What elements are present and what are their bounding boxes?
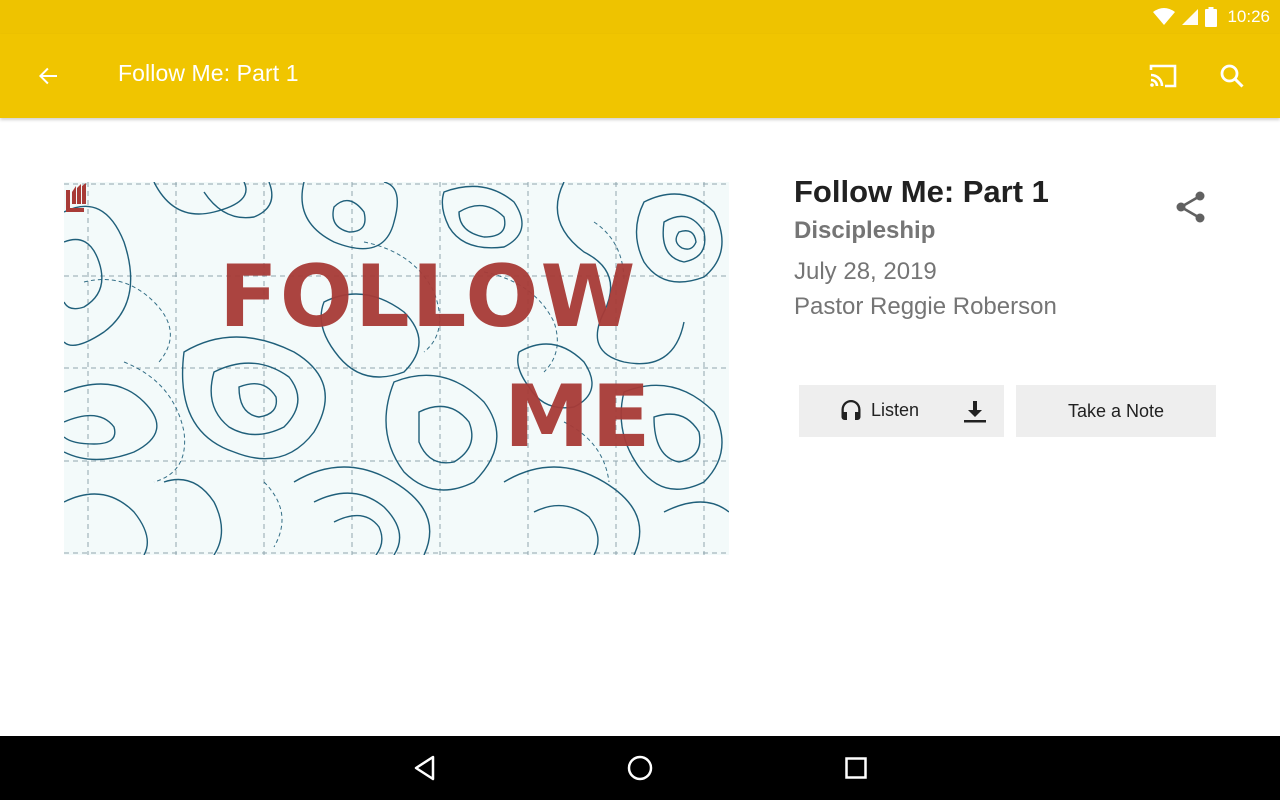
share-icon [1176, 191, 1205, 223]
cast-button[interactable] [1144, 57, 1182, 95]
headphones-icon [841, 400, 861, 420]
sermon-series[interactable]: Discipleship [794, 217, 935, 245]
nav-back-icon [414, 755, 435, 781]
nav-recents-icon [845, 757, 867, 779]
status-icons: 10:26 [1153, 5, 1270, 29]
search-button[interactable] [1213, 57, 1251, 95]
share-button[interactable] [1170, 186, 1212, 228]
system-nav-bar [0, 736, 1280, 800]
page-title: Follow Me: Part 1 [118, 60, 299, 86]
sermon-artwork: FOLLOW ME [64, 182, 729, 555]
artwork-text-me: ME [504, 367, 653, 467]
download-icon[interactable] [962, 399, 988, 425]
status-bar: 10:26 [0, 0, 1280, 34]
sermon-date: July 28, 2019 [794, 258, 937, 285]
listen-content: Listen [839, 398, 919, 422]
battery-icon [1205, 7, 1218, 27]
take-note-button[interactable]: Take a Note [1016, 385, 1216, 437]
wifi-icon [1153, 8, 1176, 25]
status-time: 10:26 [1227, 7, 1270, 26]
sermon-title: Follow Me: Part 1 [794, 174, 1049, 209]
nav-home-button[interactable] [620, 748, 660, 788]
app-bar: Follow Me: Part 1 [0, 34, 1280, 118]
listen-button[interactable]: Listen [799, 385, 1004, 437]
nav-home-icon [627, 755, 653, 781]
signal-icon [1182, 9, 1199, 25]
search-icon [1220, 64, 1244, 88]
nav-recents-button[interactable] [836, 748, 876, 788]
sermon-speaker: Pastor Reggie Roberson [794, 293, 1057, 320]
listen-label: Listen [871, 399, 920, 420]
artwork-text-follow: FOLLOW [219, 247, 638, 347]
back-button[interactable] [28, 57, 68, 95]
take-note-label: Take a Note [1067, 400, 1165, 421]
cast-icon [1149, 64, 1177, 88]
nav-back-button[interactable] [405, 748, 445, 788]
back-arrow-icon [39, 67, 57, 85]
church-logo-icon [66, 183, 86, 212]
